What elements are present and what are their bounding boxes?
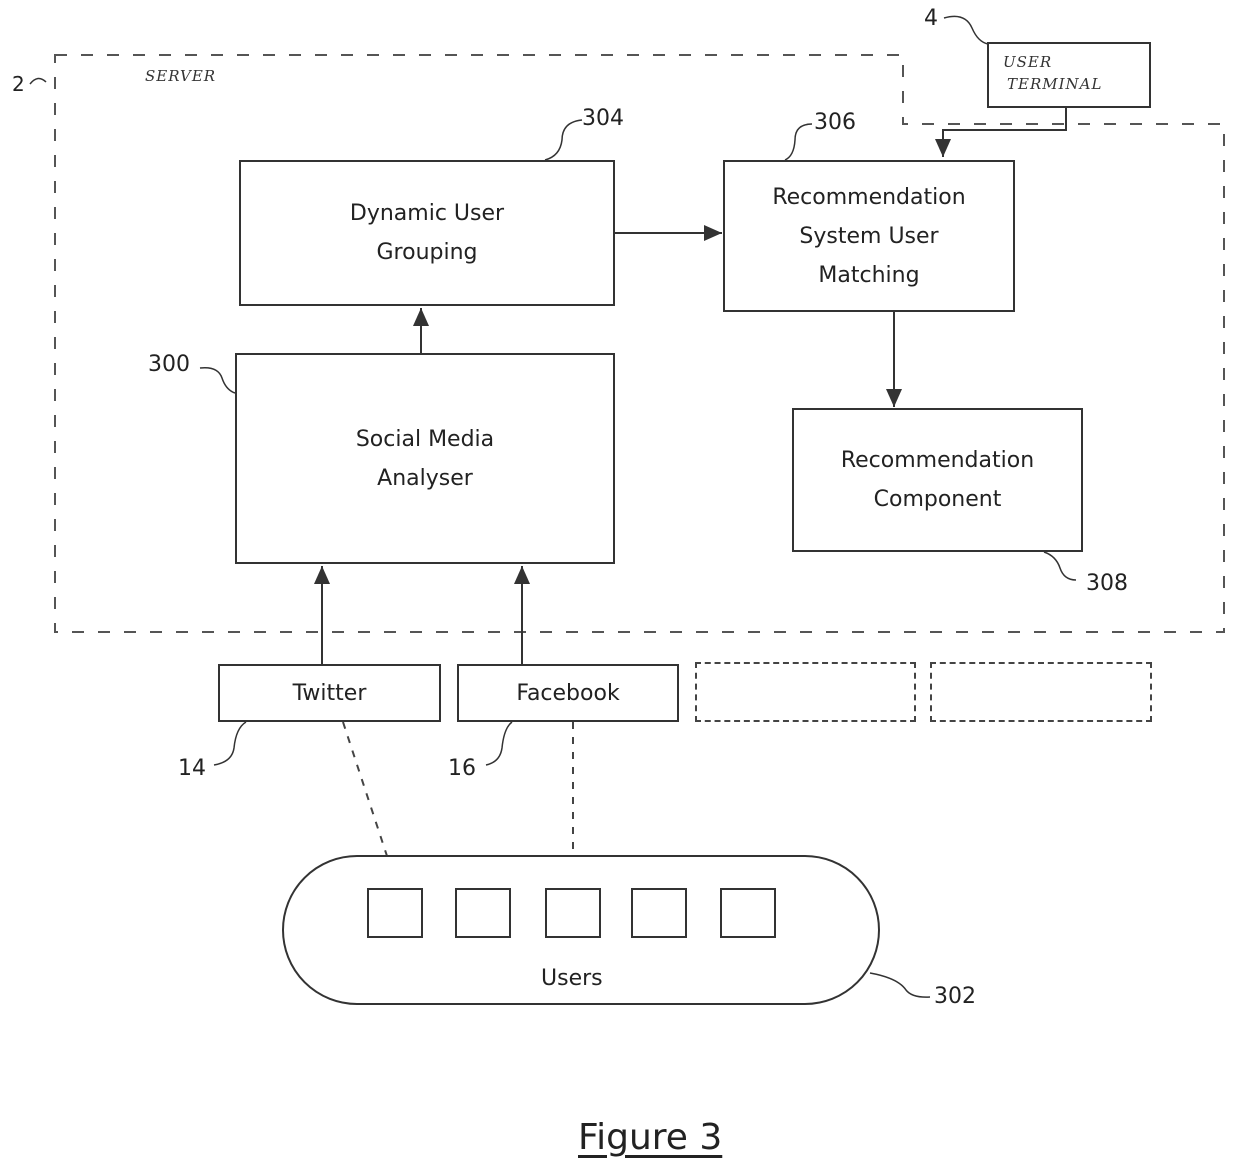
user-terminal[interactable]: USER TERMINAL	[987, 42, 1151, 108]
server-label: SERVER	[145, 67, 217, 85]
users-label: Users	[541, 966, 603, 991]
user-icon[interactable]	[720, 888, 776, 938]
social-media-analyser-line1: Social Media	[355, 426, 495, 452]
dynamic-user-grouping-block[interactable]: Dynamic User Grouping	[239, 160, 615, 306]
facebook-ref: 16	[448, 756, 476, 781]
user-terminal-label-line1: USER	[1003, 53, 1053, 71]
recommendation-component-line2: Component	[873, 487, 1002, 512]
connector-layer	[29, 15, 1225, 1005]
user-terminal-label-line2: TERMINAL	[1007, 75, 1103, 93]
placeholder-source-2	[930, 662, 1152, 722]
user-terminal-ref-number: 4	[924, 6, 938, 31]
facebook-source[interactable]: Facebook	[457, 664, 679, 722]
dynamic-user-grouping-line2: Grouping	[376, 240, 478, 265]
recommendation-component-line1: Recommendation	[840, 448, 1035, 473]
server-ref-number: 2	[12, 72, 25, 96]
social-media-analyser-ref: 300	[148, 352, 190, 377]
users-ref: 302	[934, 984, 976, 1009]
twitter-users-link	[342, 721, 388, 857]
social-media-analyser-line2: Analyser	[377, 465, 473, 491]
recommendation-matching-line1: Recommendation	[772, 184, 966, 210]
user-icon[interactable]	[455, 888, 511, 938]
user-icon[interactable]	[367, 888, 423, 938]
user-icon[interactable]	[545, 888, 601, 938]
twitter-source[interactable]: Twitter	[218, 664, 441, 722]
twitter-label: Twitter	[292, 680, 367, 706]
twitter-ref: 14	[178, 756, 206, 781]
recommendation-matching-ref: 306	[814, 110, 856, 135]
placeholder-source-1	[695, 662, 916, 722]
user-icon[interactable]	[631, 888, 687, 938]
social-media-analyser-block[interactable]: Social Media Analyser	[235, 353, 615, 564]
recommendation-component-block[interactable]: Recommendation Component	[792, 408, 1083, 552]
dynamic-user-grouping-line1: Dynamic User	[349, 201, 505, 226]
dynamic-user-grouping-ref: 304	[582, 106, 624, 131]
recommendation-matching-line3: Matching	[818, 262, 920, 288]
figure-caption: Figure 3	[578, 1117, 723, 1158]
recommendation-component-ref: 308	[1086, 571, 1128, 596]
facebook-label: Facebook	[516, 680, 620, 706]
terminal-to-matching-arrow	[935, 107, 1067, 157]
recommendation-matching-block[interactable]: Recommendation System User Matching	[723, 160, 1015, 312]
recommendation-matching-line2: System User	[799, 223, 939, 249]
